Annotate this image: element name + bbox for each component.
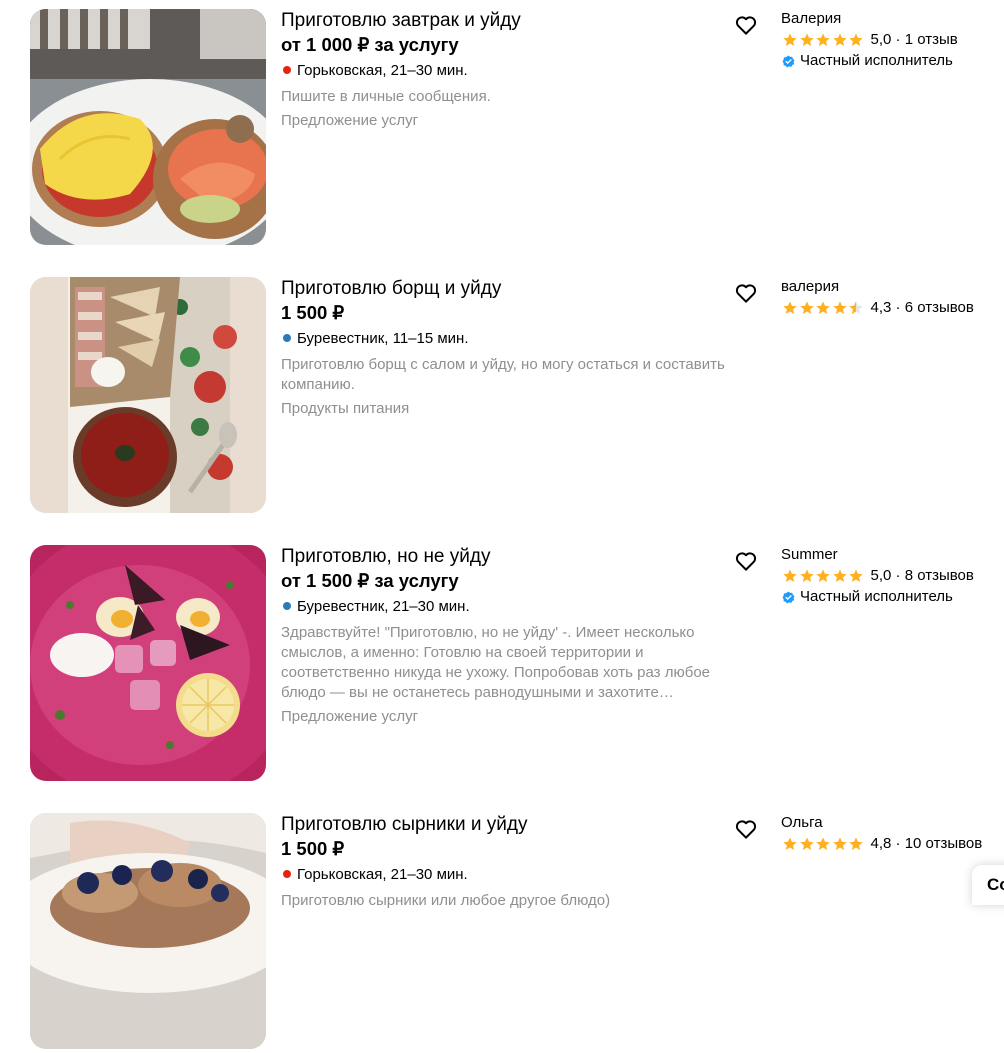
listing-category: Предложение услуг [281, 112, 419, 129]
star-icon [799, 301, 814, 314]
listing-description: Приготовлю сырники или любое другое блюд… [281, 892, 611, 909]
rating-value: 4,8 [870, 835, 892, 852]
rating-stars [782, 836, 865, 852]
metro-label: Буревестник, 21–30 мин. [297, 598, 470, 615]
listing-photo[interactable] [30, 813, 266, 1049]
heart-outline-icon[interactable] [735, 283, 757, 303]
star-half-icon [849, 301, 863, 314]
metro-station: Горьковская, 21–30 мин. [283, 61, 468, 81]
star-icon [816, 837, 830, 850]
metro-line-dot [283, 66, 291, 74]
heart-outline-icon[interactable] [735, 15, 757, 35]
verified-check-icon [782, 591, 795, 603]
listing-card[interactable]: Приготовлю сырники и уйду 1 500 ₽ Горько… [0, 813, 1004, 1053]
metro-line-dot [283, 334, 291, 342]
metro-line-dot [283, 870, 291, 878]
reviews-count[interactable]: 10 отзывов [905, 834, 983, 854]
rating-stars [782, 32, 865, 48]
seller-name[interactable]: валерия [781, 277, 839, 297]
star-icon [832, 301, 847, 314]
listing-title[interactable]: Приготовлю, но не уйду [281, 545, 490, 569]
cold-soup-photo [30, 545, 266, 781]
star-icon [849, 569, 863, 582]
seller-rating: 4,8 · 10 отзывов [782, 834, 982, 854]
rating-separator: · [891, 835, 905, 852]
heart-outline-icon[interactable] [735, 551, 757, 571]
seller-rating: 5,0 · 1 отзыв [782, 30, 958, 50]
breakfast-photo [30, 9, 266, 245]
seller-name[interactable]: Валерия [781, 9, 841, 29]
star-icon [832, 837, 847, 850]
seller-name[interactable]: Summer [781, 545, 838, 565]
metro-station: Буревестник, 21–30 мин. [283, 597, 470, 617]
rating-value: 5,0 [870, 31, 892, 48]
star-icon [832, 569, 847, 582]
heart-outline-icon[interactable] [735, 819, 757, 839]
verified-badge: Частный исполнитель [782, 51, 953, 71]
metro-label: Горьковская, 21–30 мин. [297, 62, 468, 79]
listing-card[interactable]: Приготовлю, но не уйду от 1 500 ₽ за усл… [0, 545, 1004, 785]
reviews-count[interactable]: 6 отзывов [905, 298, 974, 318]
listing-description: Приготовлю борщ с салом и уйду, но могу … [281, 356, 725, 393]
star-icon [799, 33, 814, 46]
seller-rating: 5,0 · 8 отзывов [782, 566, 974, 586]
star-icon [849, 837, 863, 850]
listing-title[interactable]: Приготовлю борщ и уйду [281, 277, 501, 301]
star-icon [799, 569, 814, 582]
star-icon [783, 569, 797, 582]
listing-category: Продукты питания [281, 400, 410, 417]
listing-photo[interactable] [30, 9, 266, 245]
listing-price: 1 500 ₽ [281, 838, 345, 859]
star-icon [849, 33, 863, 46]
rating-stars [782, 300, 865, 316]
star-icon [783, 33, 797, 46]
listing-price: от 1 500 ₽ за услугу [281, 570, 459, 591]
listing-category: Предложение услуг [281, 708, 419, 725]
reviews-count[interactable]: 8 отзывов [905, 566, 974, 586]
metro-station: Буревестник, 11–15 мин. [283, 329, 469, 349]
seller-rating: 4,3 · 6 отзывов [782, 298, 974, 318]
metro-line-dot [283, 602, 291, 610]
listing-description: Здравствуйте! "Приготовлю, но не уйду' -… [281, 624, 711, 701]
star-icon [816, 569, 830, 582]
borscht-photo [30, 277, 266, 513]
star-icon [832, 33, 847, 46]
metro-station: Горьковская, 21–30 мин. [283, 865, 468, 885]
listing-photo[interactable] [30, 277, 266, 513]
listing-photo[interactable] [30, 545, 266, 781]
star-icon [783, 837, 797, 850]
verified-badge: Частный исполнитель [782, 587, 953, 607]
listing-title[interactable]: Приготовлю завтрак и уйду [281, 9, 521, 33]
verified-label: Частный исполнитель [800, 52, 953, 69]
listing-card[interactable]: Приготовлю завтрак и уйду от 1 000 ₽ за … [0, 9, 1004, 249]
reviews-count[interactable]: 1 отзыв [905, 30, 958, 50]
verified-label: Частный исполнитель [800, 588, 953, 605]
metro-label: Горьковская, 21–30 мин. [297, 866, 468, 883]
seller-name[interactable]: Ольга [781, 813, 823, 833]
rating-separator: · [891, 567, 905, 584]
metro-label: Буревестник, 11–15 мин. [297, 330, 469, 347]
rating-value: 4,3 [870, 299, 892, 316]
star-icon [816, 301, 830, 314]
rating-stars [782, 568, 865, 584]
listing-description: Пишите в личные сообщения. [281, 88, 491, 105]
rating-separator: · [891, 31, 905, 48]
star-icon [816, 33, 830, 46]
floating-action-button[interactable]: Co [972, 865, 1004, 905]
rating-value: 5,0 [870, 567, 892, 584]
syrniki-photo [30, 813, 266, 1049]
rating-separator: · [891, 299, 905, 316]
verified-check-icon [782, 55, 795, 67]
listing-price: от 1 000 ₽ за услугу [281, 34, 459, 55]
star-icon [799, 837, 814, 850]
listing-title[interactable]: Приготовлю сырники и уйду [281, 813, 527, 837]
listing-price: 1 500 ₽ [281, 302, 345, 323]
listing-card[interactable]: Приготовлю борщ и уйду 1 500 ₽ Буревестн… [0, 277, 1004, 517]
star-icon [783, 301, 797, 314]
